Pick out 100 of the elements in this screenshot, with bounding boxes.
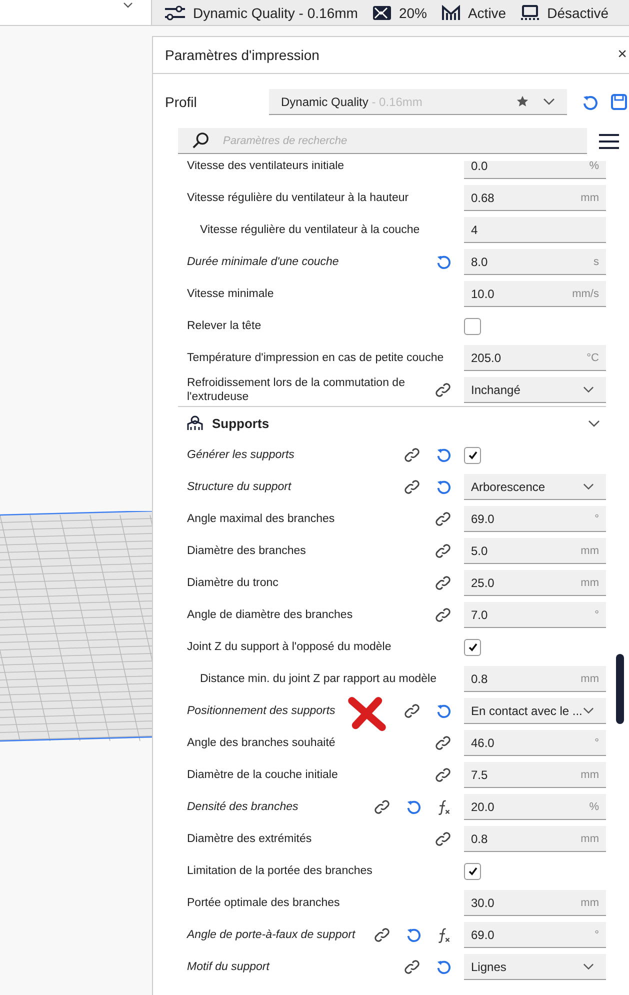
function-icon[interactable] — [437, 798, 451, 816]
reset-icon[interactable] — [406, 927, 421, 943]
setting-label: Vitesse régulière du ventilateur à la couche — [199, 223, 421, 237]
select-dropdown[interactable]: Inchangé — [464, 377, 606, 403]
setting-label: Vitesse des ventilateurs initiale — [186, 161, 346, 173]
number-field[interactable]: 30.0 mm — [464, 890, 606, 916]
reset-icon[interactable] — [436, 959, 451, 975]
link-icon[interactable] — [404, 479, 420, 495]
checkbox[interactable] — [464, 638, 481, 656]
toolbar-label: Active — [468, 4, 506, 20]
number-field[interactable]: 7.0 ° — [464, 602, 606, 628]
star-icon[interactable] — [516, 95, 529, 108]
number-field[interactable]: 0.68 mm — [464, 185, 606, 211]
setting-label: Durée minimale d'une couche — [186, 255, 340, 269]
setting-label: Refroidissement lors de la commutation de l'extrudeuse — [186, 376, 406, 404]
chevron-down-icon[interactable] — [123, 2, 133, 8]
check-icon — [468, 866, 478, 876]
profile-label: Profil — [165, 94, 198, 110]
setting-label: Angle de diamètre des branches — [186, 608, 354, 622]
setting-label: Structure du support — [186, 480, 292, 494]
adhesion-icon — [520, 4, 540, 20]
setting-label: Distance min. du joint Z par rapport au modèle — [199, 672, 438, 686]
reset-icon[interactable] — [436, 703, 451, 719]
setting-label: Température d'impression en cas de petite couche — [186, 351, 445, 365]
reset-icon[interactable] — [436, 254, 451, 270]
setting-label: Angle maximal des branches — [186, 512, 336, 526]
checkbox[interactable] — [464, 318, 481, 334]
setting-label: Joint Z du support à l'opposé du modèle — [186, 640, 392, 654]
select-dropdown[interactable]: En contact avec le ... — [464, 698, 606, 724]
link-icon[interactable] — [435, 767, 451, 783]
setting-label: Générer les supports — [186, 448, 296, 462]
setting-label: Angle des branches souhaité — [186, 736, 336, 750]
setting-label: Positionnement des supports — [186, 704, 336, 718]
support-icon — [440, 4, 461, 20]
check-icon — [468, 450, 478, 460]
chevron-down-icon — [583, 483, 594, 490]
setting-label: Diamètre de la couche initiale — [186, 768, 339, 782]
support-icon — [187, 415, 203, 431]
link-icon[interactable] — [374, 799, 390, 815]
setting-label: Densité des branches — [186, 800, 300, 814]
reset-icon[interactable] — [436, 447, 451, 463]
select-dropdown[interactable]: Arborescence — [464, 474, 606, 500]
number-field[interactable]: 10.0 mm/s — [464, 281, 606, 307]
chevron-icon[interactable] — [588, 420, 600, 426]
checkbox[interactable] — [464, 862, 481, 880]
number-field[interactable]: 0.8 mm — [464, 826, 606, 852]
setting-label: Diamètre du tronc — [186, 576, 280, 590]
toolbar-label: 20% — [398, 4, 427, 20]
link-icon[interactable] — [435, 543, 451, 559]
infill-icon — [372, 4, 392, 20]
panel-title: Paramètres d'impression — [165, 47, 320, 63]
setting-label: Vitesse régulière du ventilateur à la hauteur — [186, 191, 410, 205]
number-field[interactable]: 4 — [464, 217, 606, 243]
number-field[interactable]: 0.0 % — [464, 161, 606, 179]
scrollbar[interactable] — [616, 654, 624, 724]
link-icon[interactable] — [435, 735, 451, 751]
number-field[interactable]: 0.8 mm — [464, 666, 606, 692]
select-dropdown[interactable]: Lignes — [464, 954, 606, 980]
chevron-down-icon — [583, 386, 594, 393]
number-field[interactable]: 20.0 % — [464, 794, 606, 820]
link-icon[interactable] — [435, 382, 451, 398]
number-field[interactable]: 46.0 ° — [464, 730, 606, 756]
link-icon[interactable] — [404, 703, 420, 719]
category-title[interactable]: Supports — [212, 416, 579, 430]
toolbar-label: Dynamic Quality - 0.16mm — [193, 4, 358, 20]
number-field[interactable]: 69.0 ° — [464, 506, 606, 532]
setting-label: Diamètre des extrémités — [186, 832, 313, 846]
number-field[interactable]: 8.0 s — [464, 249, 606, 275]
link-icon[interactable] — [404, 959, 420, 975]
function-icon[interactable] — [437, 926, 451, 944]
number-field[interactable]: 205.0 °C — [464, 345, 606, 371]
toolbar-label: Désactivé — [547, 4, 609, 20]
link-icon[interactable] — [374, 927, 390, 943]
link-icon[interactable] — [404, 447, 420, 463]
number-field[interactable]: 7.5 mm — [464, 762, 606, 788]
setting-label: Motif du support — [186, 960, 271, 974]
close-button[interactable]: × — [616, 46, 629, 64]
setting-label: Portée optimale des branches — [186, 896, 341, 910]
checkbox[interactable] — [464, 446, 481, 464]
sliders-icon — [164, 4, 186, 20]
link-icon[interactable] — [435, 831, 451, 847]
reset-icon[interactable] — [406, 799, 421, 815]
setting-label: Relever la tête — [186, 319, 262, 333]
number-field[interactable]: 25.0 mm — [464, 570, 606, 596]
chevron-down-icon — [583, 707, 594, 714]
link-icon[interactable] — [435, 511, 451, 527]
setting-label: Angle de porte-à-faux de support — [186, 928, 356, 942]
link-icon[interactable] — [435, 607, 451, 623]
link-icon[interactable] — [435, 575, 451, 591]
search-field[interactable]: Paramètres de recherche — [178, 128, 587, 154]
save-icon[interactable] — [611, 94, 627, 110]
chevron-down-icon — [583, 963, 594, 970]
menu-icon[interactable] — [599, 132, 619, 150]
setting-label: Diamètre des branches — [186, 544, 307, 558]
chevron-down-icon — [543, 98, 555, 105]
reset-icon[interactable] — [582, 94, 598, 110]
number-field[interactable]: 5.0 mm — [464, 538, 606, 564]
number-field[interactable]: 69.0 ° — [464, 922, 606, 948]
reset-icon[interactable] — [436, 479, 451, 495]
setting-label: Limitation de la portée des branches — [186, 864, 374, 878]
